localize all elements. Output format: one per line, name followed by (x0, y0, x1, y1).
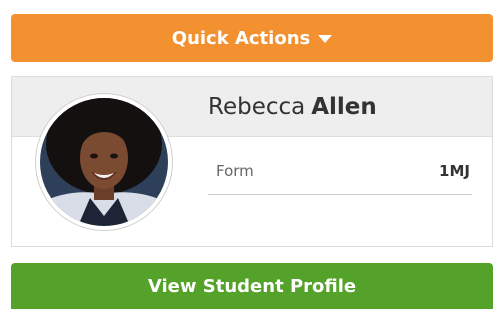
student-widget: Quick Actions Rebecca Allen Form 1MJ Vie… (0, 0, 495, 309)
form-value: 1MJ (439, 162, 470, 180)
student-last-name: Allen (311, 94, 377, 120)
student-photo-icon (40, 98, 168, 226)
form-row: Form 1MJ (208, 153, 472, 195)
quick-actions-label: Quick Actions (171, 27, 311, 49)
student-first-name: Rebecca (208, 94, 306, 120)
view-student-profile-button[interactable]: View Student Profile (11, 263, 493, 309)
quick-actions-button[interactable]: Quick Actions (11, 14, 493, 62)
caret-down-icon (318, 35, 333, 43)
avatar (35, 93, 173, 231)
form-label: Form (216, 162, 254, 180)
student-card: Rebecca Allen Form 1MJ (11, 76, 493, 247)
student-name: Rebecca Allen (208, 94, 377, 120)
view-student-profile-label: View Student Profile (147, 275, 357, 297)
